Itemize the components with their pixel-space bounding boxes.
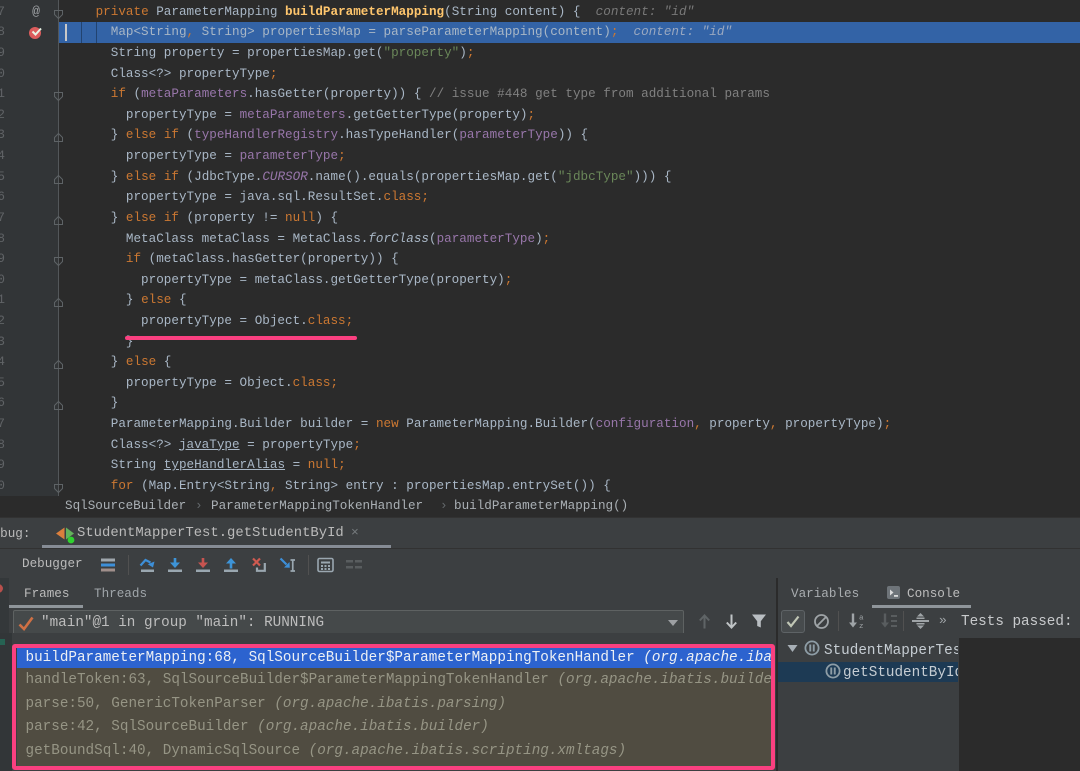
svg-text:z: z bbox=[859, 623, 864, 630]
svg-text:a: a bbox=[859, 615, 864, 623]
